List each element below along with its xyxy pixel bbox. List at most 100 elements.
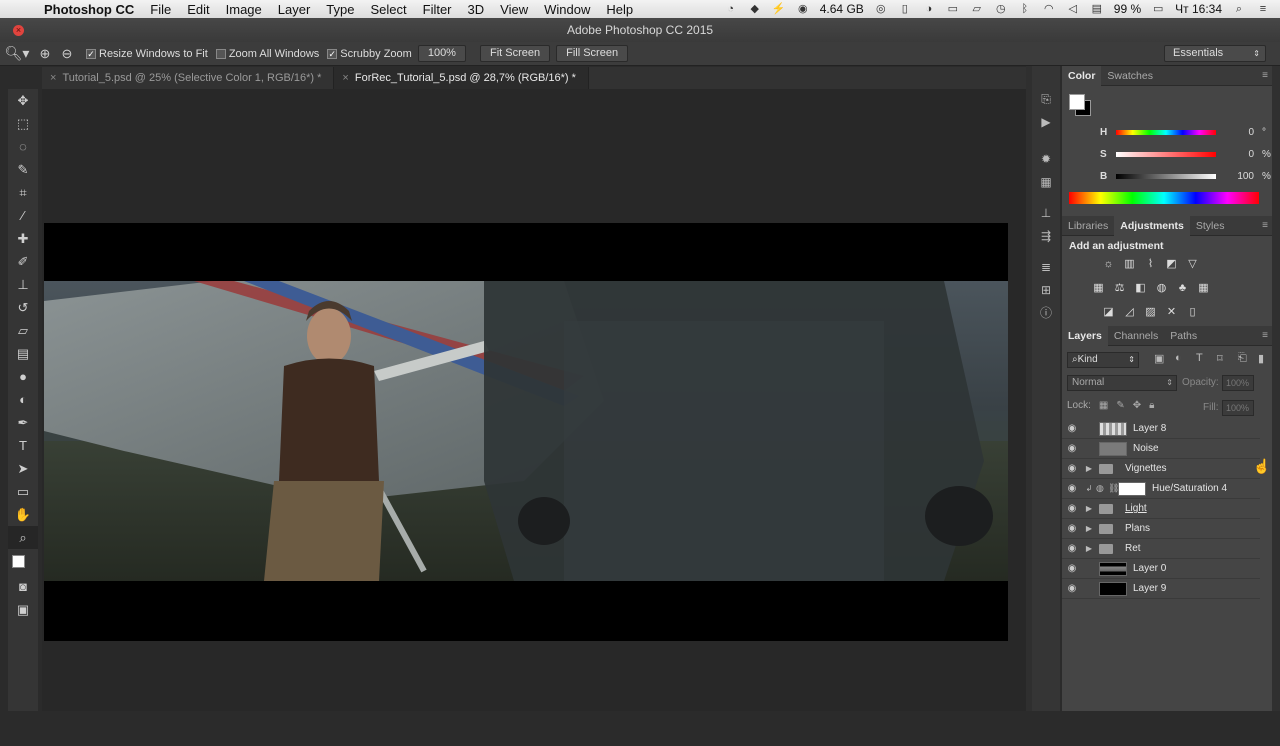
eyedropper-tool-icon[interactable]: ⁄: [8, 204, 38, 227]
display-icon[interactable]: ▭: [946, 3, 960, 15]
zoom-in-icon[interactable]: ⊕: [34, 42, 56, 65]
zoom-tool-icon[interactable]: ⌕: [8, 526, 38, 549]
properties-icon[interactable]: ⊞: [1032, 279, 1060, 302]
tab-color[interactable]: Color: [1062, 65, 1102, 86]
opacity-field[interactable]: 100%: [1222, 375, 1254, 391]
zoom-out-icon[interactable]: ⊖: [56, 42, 78, 65]
menu-3d[interactable]: 3D: [460, 2, 493, 17]
menu-type[interactable]: Type: [318, 2, 362, 17]
invert-icon[interactable]: ◪: [1100, 304, 1117, 321]
visibility-eye-icon[interactable]: ◉: [1062, 563, 1082, 574]
memory-icon[interactable]: ◉: [796, 3, 810, 15]
color-lookup-icon[interactable]: ▦: [1195, 280, 1212, 297]
clock[interactable]: Чт 16:34: [1175, 2, 1222, 16]
tool-presets-icon[interactable]: ⇶: [1032, 225, 1060, 248]
levels-icon[interactable]: ▥: [1121, 256, 1138, 273]
filter-pixel-icon[interactable]: ▣: [1154, 352, 1164, 365]
visibility-eye-icon[interactable]: ◉: [1062, 503, 1082, 514]
layer-row[interactable]: ◉ Layer 0: [1062, 559, 1260, 579]
menu-file[interactable]: File: [142, 2, 179, 17]
tab-libraries[interactable]: Libraries: [1062, 216, 1114, 236]
eraser-tool-icon[interactable]: ▱: [8, 319, 38, 342]
close-tab-icon[interactable]: ×: [342, 72, 348, 84]
menu-view[interactable]: View: [492, 2, 536, 17]
app-menu[interactable]: Photoshop CC: [36, 2, 142, 17]
actions-panel-icon[interactable]: ▶: [1032, 111, 1060, 134]
lock-image-icon[interactable]: ✎: [1116, 400, 1124, 411]
saturation-value[interactable]: 0: [1224, 149, 1254, 160]
battery-readout[interactable]: 99 %: [1114, 2, 1141, 16]
workspace-switcher[interactable]: Essentials ⇕: [1164, 45, 1266, 62]
flag-icon[interactable]: ▤: [1090, 3, 1104, 15]
expand-arrow-icon[interactable]: ▶: [1082, 524, 1096, 533]
menu-help[interactable]: Help: [598, 2, 641, 17]
move-tool-icon[interactable]: ✥: [8, 89, 38, 112]
brightness-slider[interactable]: [1116, 173, 1216, 179]
zoom-all-windows-checkbox[interactable]: Zoom All Windows: [215, 48, 319, 60]
layer-comps-icon[interactable]: ≣: [1032, 256, 1060, 279]
threshold-icon[interactable]: ▨: [1142, 304, 1159, 321]
brightness-value[interactable]: 100: [1224, 171, 1254, 182]
layer-group-row[interactable]: ◉ ▶ Ret: [1062, 539, 1260, 559]
panel-scrollbar[interactable]: [1272, 66, 1280, 711]
tab-tutorial-5[interactable]: × Tutorial_5.psd @ 25% (Selective Color 1…: [42, 67, 335, 89]
color-spectrum[interactable]: [1069, 192, 1259, 204]
tab-swatches[interactable]: Swatches: [1101, 66, 1159, 86]
expand-arrow-icon[interactable]: ▶: [1082, 464, 1096, 473]
layer-row[interactable]: ◉ Layer 8: [1062, 419, 1260, 439]
selective-color-icon[interactable]: ✕: [1163, 304, 1180, 321]
clipboard-icon[interactable]: ▯: [898, 3, 912, 15]
visibility-eye-icon[interactable]: ◉: [1062, 443, 1082, 454]
history-panel-icon[interactable]: ⎘: [1032, 88, 1060, 111]
history-brush-tool-icon[interactable]: ↺: [8, 296, 38, 319]
bell-icon[interactable]: ◔: [724, 3, 738, 15]
memory-readout[interactable]: 4.64 GB: [820, 2, 864, 16]
eye-icon[interactable]: ◑: [922, 3, 936, 15]
document-canvas[interactable]: [44, 223, 1008, 641]
layer-row[interactable]: ◉ ↲ ◍ ⛓︎ Hue/Saturation 4: [1062, 479, 1260, 499]
fill-screen-button[interactable]: Fill Screen: [556, 45, 629, 62]
wifi-icon[interactable]: ◠: [1042, 3, 1056, 15]
clone-stamp-tool-icon[interactable]: ⊥: [8, 273, 38, 296]
menu-layer[interactable]: Layer: [270, 2, 319, 17]
canvas-area[interactable]: [42, 89, 1026, 711]
panel-menu-icon[interactable]: ≡: [1262, 326, 1268, 346]
curves-icon[interactable]: ⌇: [1142, 256, 1159, 273]
scrubby-zoom-checkbox[interactable]: ✓ Scrubby Zoom: [327, 48, 412, 60]
gradient-map-icon[interactable]: ▯: [1184, 304, 1201, 321]
color-swatches[interactable]: [8, 549, 38, 575]
layer-group-row[interactable]: ◉ ▶ Plans: [1062, 519, 1260, 539]
menu-edit[interactable]: Edit: [179, 2, 217, 17]
vibrance-icon[interactable]: ▽: [1184, 256, 1201, 273]
brightness-contrast-icon[interactable]: ☼: [1100, 256, 1117, 273]
close-window-button[interactable]: ×: [13, 25, 24, 36]
hand-tool-icon[interactable]: ✋: [8, 503, 38, 526]
color-panel-foreground-swatch[interactable]: [1069, 94, 1085, 110]
hue-value[interactable]: 0: [1224, 127, 1254, 138]
clone-source-icon[interactable]: ⊥: [1032, 202, 1060, 225]
menu-image[interactable]: Image: [218, 2, 270, 17]
tab-adjustments[interactable]: Adjustments: [1114, 215, 1190, 236]
healing-brush-tool-icon[interactable]: ✚: [8, 227, 38, 250]
panel-menu-icon[interactable]: ≡: [1262, 66, 1268, 86]
saturation-slider[interactable]: [1116, 151, 1216, 157]
filter-adjustment-icon[interactable]: ◐: [1175, 352, 1182, 364]
exposure-icon[interactable]: ◩: [1163, 256, 1180, 273]
brushes-icon[interactable]: ▦: [1032, 171, 1060, 194]
menu-window[interactable]: Window: [536, 2, 598, 17]
visibility-eye-icon[interactable]: ◉: [1062, 543, 1082, 554]
panel-menu-icon[interactable]: ≡: [1262, 216, 1268, 236]
visibility-eye-icon[interactable]: ◉: [1062, 423, 1082, 434]
posterize-icon[interactable]: ◿: [1121, 304, 1138, 321]
airplay-icon[interactable]: ▱: [970, 3, 984, 15]
lock-position-icon[interactable]: ✥: [1133, 400, 1141, 411]
lock-all-icon[interactable]: 🔒︎: [1149, 400, 1154, 411]
lock-transparent-icon[interactable]: ▦: [1099, 400, 1108, 411]
marquee-tool-icon[interactable]: ⬚: [8, 112, 38, 135]
quick-selection-tool-icon[interactable]: ✎: [8, 158, 38, 181]
blur-tool-icon[interactable]: ●: [8, 365, 38, 388]
zoom-tool-preset-icon[interactable]: 🔍︎▾: [0, 42, 34, 65]
dodge-tool-icon[interactable]: ◐: [8, 388, 38, 411]
layer-filter-select[interactable]: ⌕Kind ⇕: [1067, 352, 1139, 368]
zoom-100-button[interactable]: 100%: [417, 45, 466, 62]
